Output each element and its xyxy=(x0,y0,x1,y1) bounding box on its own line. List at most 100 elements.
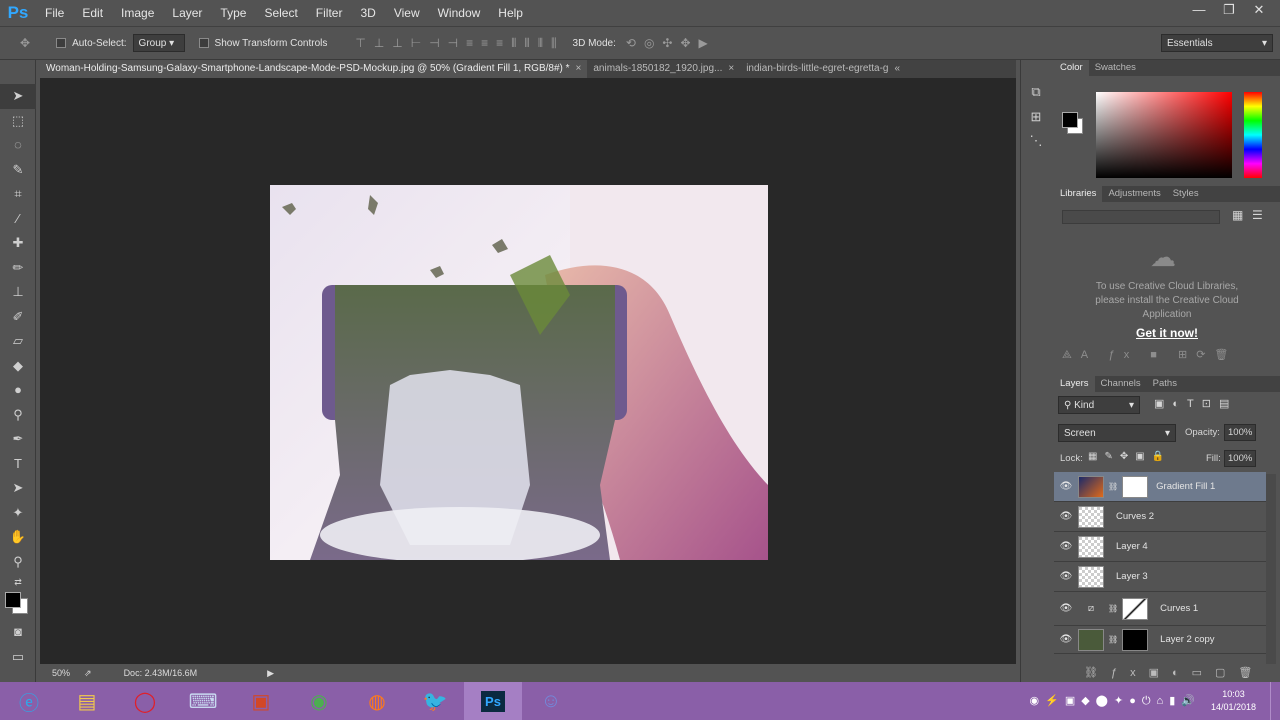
tab-close-icon[interactable]: × xyxy=(576,63,582,74)
crop-tool-icon[interactable]: ⌗ xyxy=(0,182,36,207)
brush-panel-icon[interactable]: ⋱ xyxy=(1021,129,1051,154)
auto-select-checkbox[interactable] xyxy=(56,38,67,48)
tab-overflow-icon[interactable]: « xyxy=(895,63,901,74)
3d-slide-icon[interactable]: ✥ xyxy=(680,36,690,50)
stamp-tool-icon[interactable]: ⊥ xyxy=(0,280,36,305)
layer-row[interactable]: 👁 ⛓ Gradient Fill 1 xyxy=(1054,472,1266,502)
foreground-color-chip[interactable] xyxy=(1062,112,1078,128)
menu-edit[interactable]: Edit xyxy=(73,0,112,26)
align-right-icon[interactable]: ⊣ xyxy=(448,36,458,50)
tab-close-icon[interactable]: × xyxy=(728,63,734,74)
tab-libraries[interactable]: Libraries xyxy=(1054,186,1103,202)
distribute-bottom-icon[interactable]: ≡ xyxy=(496,36,503,50)
zoom-tool-icon[interactable]: ⚲ xyxy=(0,550,36,575)
3d-scale-icon[interactable]: ▶ xyxy=(699,36,708,50)
opacity-input[interactable]: 100% xyxy=(1224,424,1257,441)
zoom-level[interactable]: 50% xyxy=(52,668,70,678)
auto-align-icon[interactable]: ⫼ xyxy=(551,36,557,51)
menu-view[interactable]: View xyxy=(385,0,429,26)
eraser-tool-icon[interactable]: ▱ xyxy=(0,329,36,354)
align-hcenter-icon[interactable]: ⊣ xyxy=(429,36,439,50)
move-tool-icon[interactable]: ➤ xyxy=(0,84,36,109)
healing-tool-icon[interactable]: ✚ xyxy=(0,231,36,256)
opera-icon[interactable]: ◯ xyxy=(116,682,174,720)
dodge-tool-icon[interactable]: ⚲ xyxy=(0,403,36,428)
library-dropdown[interactable] xyxy=(1062,210,1220,224)
screen-mode-icon[interactable]: ▭ xyxy=(0,645,36,670)
layer-row[interactable]: 👁 ⧄ ⛓ Curves 1 xyxy=(1054,592,1266,626)
shape-tool-icon[interactable]: ✦ xyxy=(0,501,36,526)
pen-tool-icon[interactable]: ✒ xyxy=(0,427,36,452)
color-picker-field[interactable] xyxy=(1096,92,1232,178)
tab-swatches[interactable]: Swatches xyxy=(1089,60,1142,76)
tab-woman-mockup[interactable]: Woman-Holding-Samsung-Galaxy-Smartphone-… xyxy=(40,60,588,78)
clock[interactable]: 10:03 14/01/2018 xyxy=(1211,688,1256,714)
filter-kind-dropdown[interactable]: ⚲ Kind ▾ xyxy=(1058,396,1140,414)
visibility-eye-icon[interactable]: 👁 xyxy=(1054,634,1078,645)
menu-3d[interactable]: 3D xyxy=(351,0,384,26)
bucket-tool-icon[interactable]: ◆ xyxy=(0,354,36,379)
blend-mode-dropdown[interactable]: Screen ▾ xyxy=(1058,424,1176,442)
lock-icons[interactable]: ▦✎✥▣🔒 xyxy=(1088,451,1171,462)
workspace-dropdown[interactable]: Essentials ▾ xyxy=(1161,34,1273,52)
history-brush-icon[interactable]: ✐ xyxy=(0,305,36,330)
align-left-icon[interactable]: ⊢ xyxy=(411,36,421,50)
layer-filter-icons[interactable]: ▣◐T⊡▤ xyxy=(1154,397,1237,410)
align-vcenter-icon[interactable]: ⊥ xyxy=(374,36,384,50)
powerpoint-icon[interactable]: ▣ xyxy=(232,682,290,720)
tab-adjustments[interactable]: Adjustments xyxy=(1102,186,1166,202)
align-bottom-icon[interactable]: ⊥ xyxy=(392,36,402,50)
menu-window[interactable]: Window xyxy=(429,0,490,26)
quick-mask-icon[interactable]: ◙ xyxy=(0,620,36,645)
show-desktop-button[interactable] xyxy=(1270,682,1280,720)
visibility-eye-icon[interactable]: 👁 xyxy=(1054,511,1078,522)
keyboard-app-icon[interactable]: ⌨ xyxy=(174,682,232,720)
tab-paths[interactable]: Paths xyxy=(1147,376,1183,392)
restore-button[interactable]: ❐ xyxy=(1214,0,1244,22)
ie-icon[interactable]: ⓔ xyxy=(0,682,58,720)
layer-row[interactable]: 👁 Layer 3 xyxy=(1054,562,1266,592)
layer-row[interactable]: 👁 Curves 2 xyxy=(1054,502,1266,532)
visibility-eye-icon[interactable]: 👁 xyxy=(1054,481,1078,492)
fill-input[interactable]: 100% xyxy=(1224,450,1257,467)
tab-color[interactable]: Color xyxy=(1054,60,1089,76)
tab-animals[interactable]: animals-1850182_1920.jpg... × xyxy=(587,60,740,78)
layer-row[interactable]: 👁 Layer 4 xyxy=(1054,532,1266,562)
auto-select-dropdown[interactable]: Group ▾ xyxy=(132,34,185,52)
layer-row[interactable]: 👁 ⛓ Layer 2 copy xyxy=(1054,626,1266,654)
properties-panel-icon[interactable]: ⊞ xyxy=(1021,105,1051,130)
tray-icons[interactable]: ◉⚡▣◆⬤✦●⏻⌂▮🔊 xyxy=(1030,694,1201,708)
export-icon[interactable]: ⇗ xyxy=(84,668,92,679)
hue-slider[interactable] xyxy=(1244,92,1262,178)
quick-select-tool-icon[interactable]: ✎ xyxy=(0,158,36,183)
path-select-tool-icon[interactable]: ➤ xyxy=(0,476,36,501)
distribute-top-icon[interactable]: ≡ xyxy=(466,36,473,50)
distribute-right-icon[interactable]: ⦀ xyxy=(538,36,543,51)
distribute-vcenter-icon[interactable]: ≡ xyxy=(481,36,488,50)
menu-select[interactable]: Select xyxy=(255,0,306,26)
history-panel-icon[interactable]: ⧉ xyxy=(1021,80,1051,105)
tab-channels[interactable]: Channels xyxy=(1095,376,1147,392)
hand-tool-icon[interactable]: ✋ xyxy=(0,525,36,550)
file-explorer-icon[interactable]: ▤ xyxy=(58,682,116,720)
visibility-eye-icon[interactable]: 👁 xyxy=(1054,541,1078,552)
menu-image[interactable]: Image xyxy=(112,0,163,26)
status-menu-arrow-icon[interactable]: ▶ xyxy=(267,668,274,679)
menu-type[interactable]: Type xyxy=(211,0,255,26)
menu-filter[interactable]: Filter xyxy=(307,0,352,26)
document-canvas[interactable] xyxy=(270,185,768,560)
move-tool-icon[interactable]: ✥ xyxy=(20,36,30,50)
close-button[interactable]: ✕ xyxy=(1244,0,1274,22)
layers-bottom-toolbar[interactable]: ⛓ƒx▣◐▭▢🗑 xyxy=(1084,666,1274,679)
menu-layer[interactable]: Layer xyxy=(163,0,211,26)
grid-view-icon[interactable]: ▦ xyxy=(1232,208,1243,222)
tab-styles[interactable]: Styles xyxy=(1167,186,1205,202)
discord-icon[interactable]: ☺ xyxy=(522,682,580,720)
visibility-eye-icon[interactable]: 👁 xyxy=(1054,571,1078,582)
3d-roll-icon[interactable]: ◎ xyxy=(644,36,654,50)
align-top-icon[interactable]: ⊤ xyxy=(355,36,365,50)
bird-app-icon[interactable]: 🐦 xyxy=(406,682,464,720)
eyedropper-tool-icon[interactable]: ⁄ xyxy=(0,207,36,232)
blur-tool-icon[interactable]: ● xyxy=(0,378,36,403)
tab-indian-birds[interactable]: indian-birds-little-egret-egretta-g « xyxy=(740,60,906,78)
